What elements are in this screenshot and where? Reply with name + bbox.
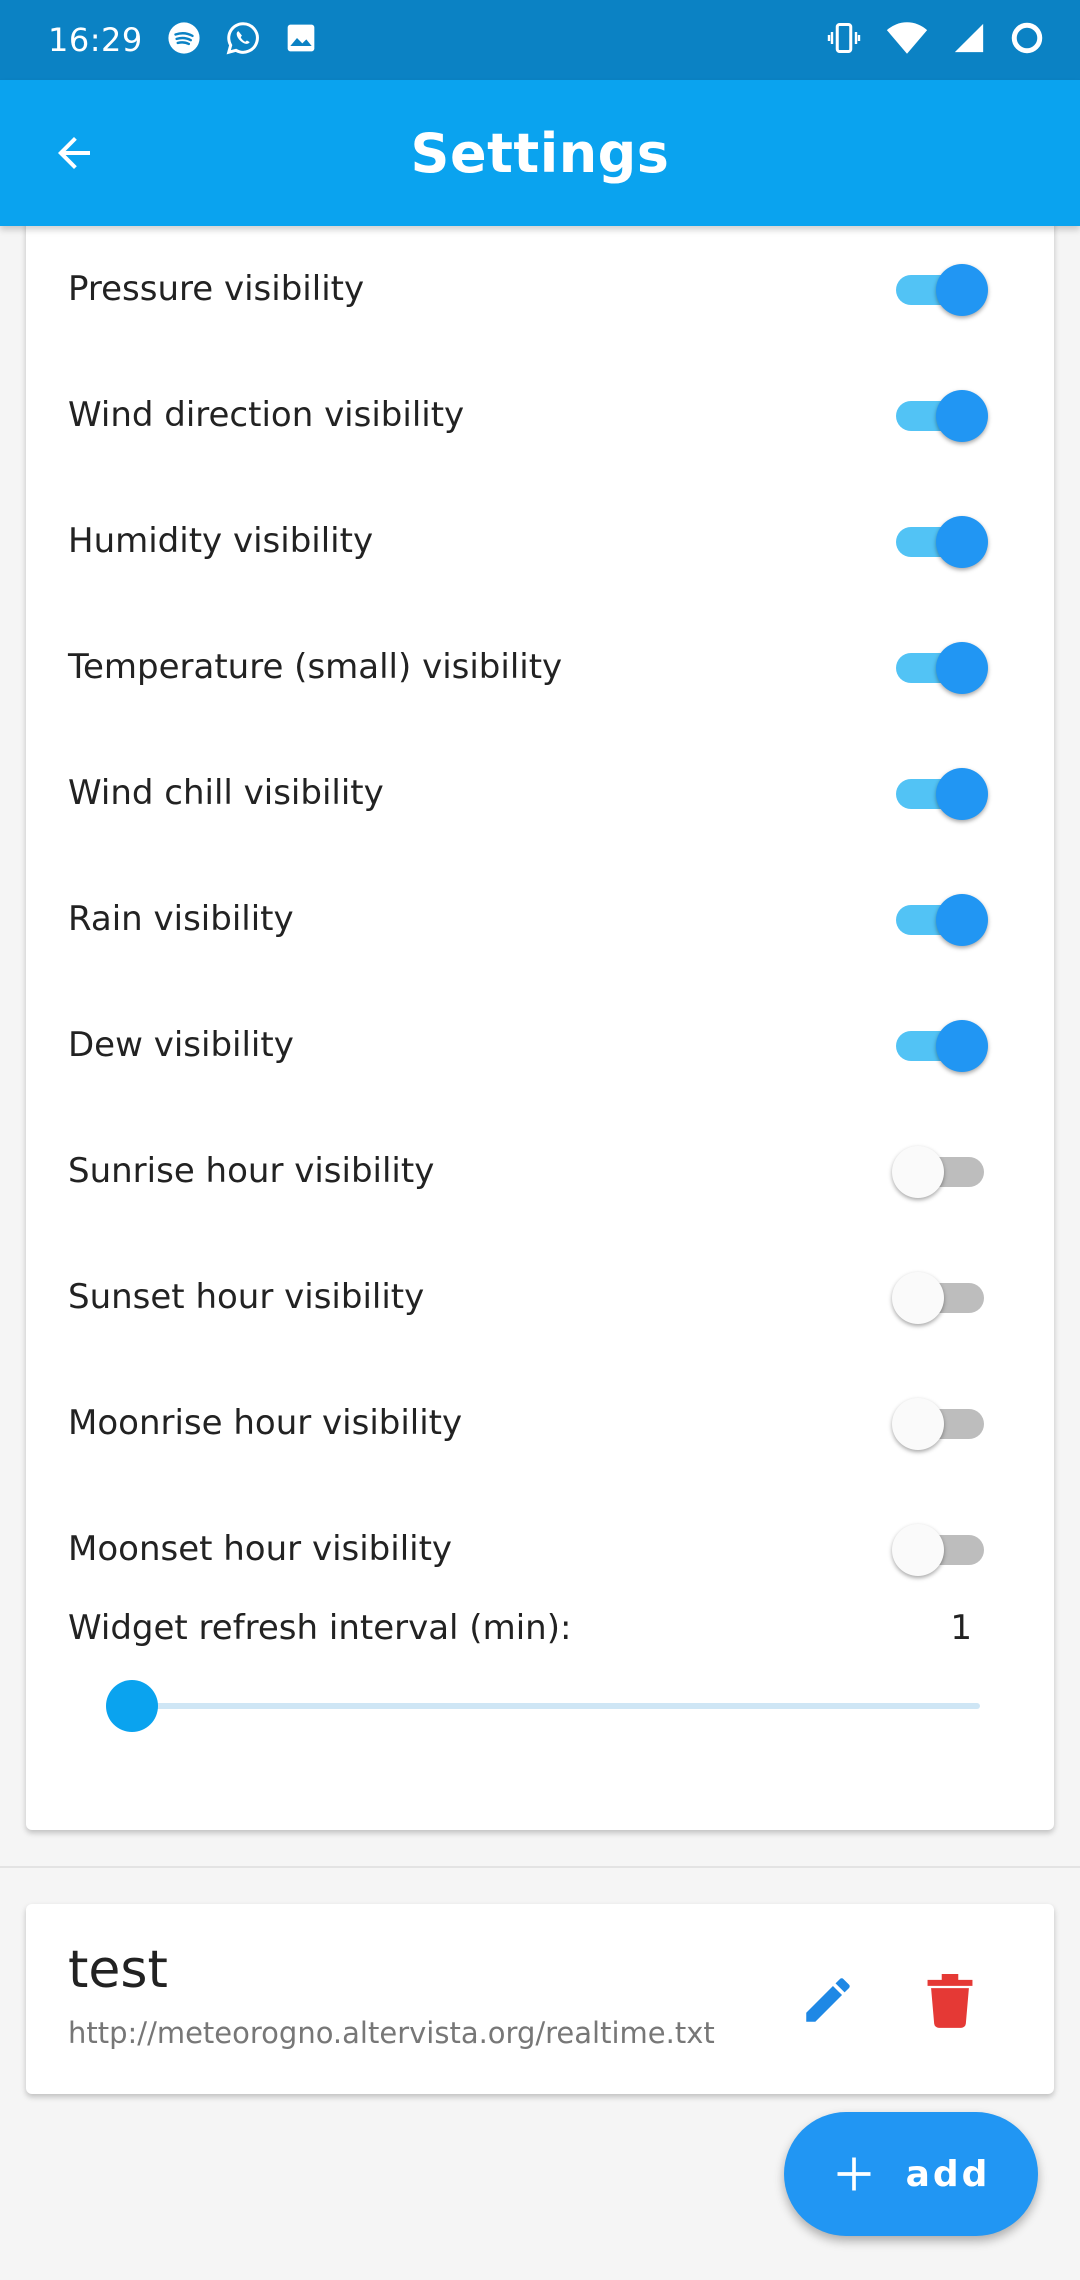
setting-label: Temperature (small) visibility [68,647,563,687]
switch-thumb [936,390,988,442]
server-card[interactable]: test http://meteorogno.altervista.org/re… [26,1904,1054,2094]
setting-label: Humidity visibility [68,521,374,561]
refresh-interval-slider[interactable] [106,1676,980,1736]
status-time: 16:29 [48,21,143,59]
setting-row[interactable]: Wind direction visibility [26,352,1054,478]
setting-row[interactable]: Sunrise hour visibility [26,1108,1054,1234]
switch-thumb [936,264,988,316]
setting-row[interactable]: Sunset hour visibility [26,1234,1054,1360]
setting-label: Pressure visibility [68,269,365,309]
vibrate-icon [826,20,862,60]
toggle-switch[interactable] [892,1524,988,1576]
setting-label: Dew visibility [68,1025,294,1065]
app-bar: Settings [0,80,1080,226]
toggle-switch[interactable] [892,642,988,694]
setting-label: Moonrise hour visibility [68,1403,463,1443]
setting-label: Rain visibility [68,899,294,939]
setting-label: Wind chill visibility [68,773,384,813]
switch-thumb [892,1146,944,1198]
gallery-icon [285,22,317,58]
setting-row[interactable]: Rain visibility [26,856,1054,982]
setting-row[interactable]: Dew visibility [26,982,1054,1108]
edit-button[interactable] [788,1960,868,2040]
slider-rail [132,1703,980,1709]
toggle-switch[interactable] [892,264,988,316]
setting-label: Sunrise hour visibility [68,1151,435,1191]
toggle-switch[interactable] [892,1146,988,1198]
toggle-switch[interactable] [892,516,988,568]
toggle-switch[interactable] [892,1272,988,1324]
status-bar: 16:29 [0,0,1080,80]
trash-icon [927,1974,973,2028]
add-button-label: add [905,2153,991,2195]
settings-card: Pressure visibility Wind direction visibi… [26,210,1054,1830]
section-divider [0,1866,1080,1868]
switch-thumb [936,1020,988,1072]
toggle-switch[interactable] [892,768,988,820]
plus-icon [837,2157,871,2191]
signal-icon [952,21,986,59]
setting-row[interactable]: Moonrise hour visibility [26,1360,1054,1486]
switch-thumb [892,1524,944,1576]
setting-label: Sunset hour visibility [68,1277,425,1317]
server-name: test [68,1940,168,2000]
setting-row[interactable]: Wind chill visibility [26,730,1054,856]
wifi-icon [886,20,928,60]
setting-label: Wind direction visibility [68,395,465,435]
setting-label: Moonset hour visibility [68,1529,453,1569]
setting-row[interactable]: Temperature (small) visibility [26,604,1054,730]
delete-button[interactable] [910,1960,990,2040]
setting-row[interactable]: Pressure visibility [26,226,1054,352]
switch-thumb [936,642,988,694]
toggle-switch[interactable] [892,390,988,442]
setting-row[interactable]: Moonset hour visibility [26,1486,1054,1612]
page-title: Settings [410,121,670,185]
spotify-icon [167,21,201,59]
switch-thumb [936,894,988,946]
switch-thumb [892,1398,944,1450]
switch-thumb [936,516,988,568]
add-button[interactable]: add [784,2112,1038,2236]
toggle-switch[interactable] [892,894,988,946]
switch-thumb [892,1272,944,1324]
circle-status-icon [1010,21,1044,59]
setting-row[interactable]: Humidity visibility [26,478,1054,604]
pencil-icon [806,1978,850,2022]
server-url: http://meteorogno.altervista.org/realtim… [68,2016,715,2050]
slider-handle[interactable] [106,1680,158,1732]
toggle-switch[interactable] [892,1020,988,1072]
refresh-interval-value: 1 [950,1608,972,1648]
toggle-switch[interactable] [892,1398,988,1450]
whatsapp-icon [225,20,261,60]
switch-thumb [936,768,988,820]
refresh-interval-label: Widget refresh interval (min): [68,1608,572,1648]
